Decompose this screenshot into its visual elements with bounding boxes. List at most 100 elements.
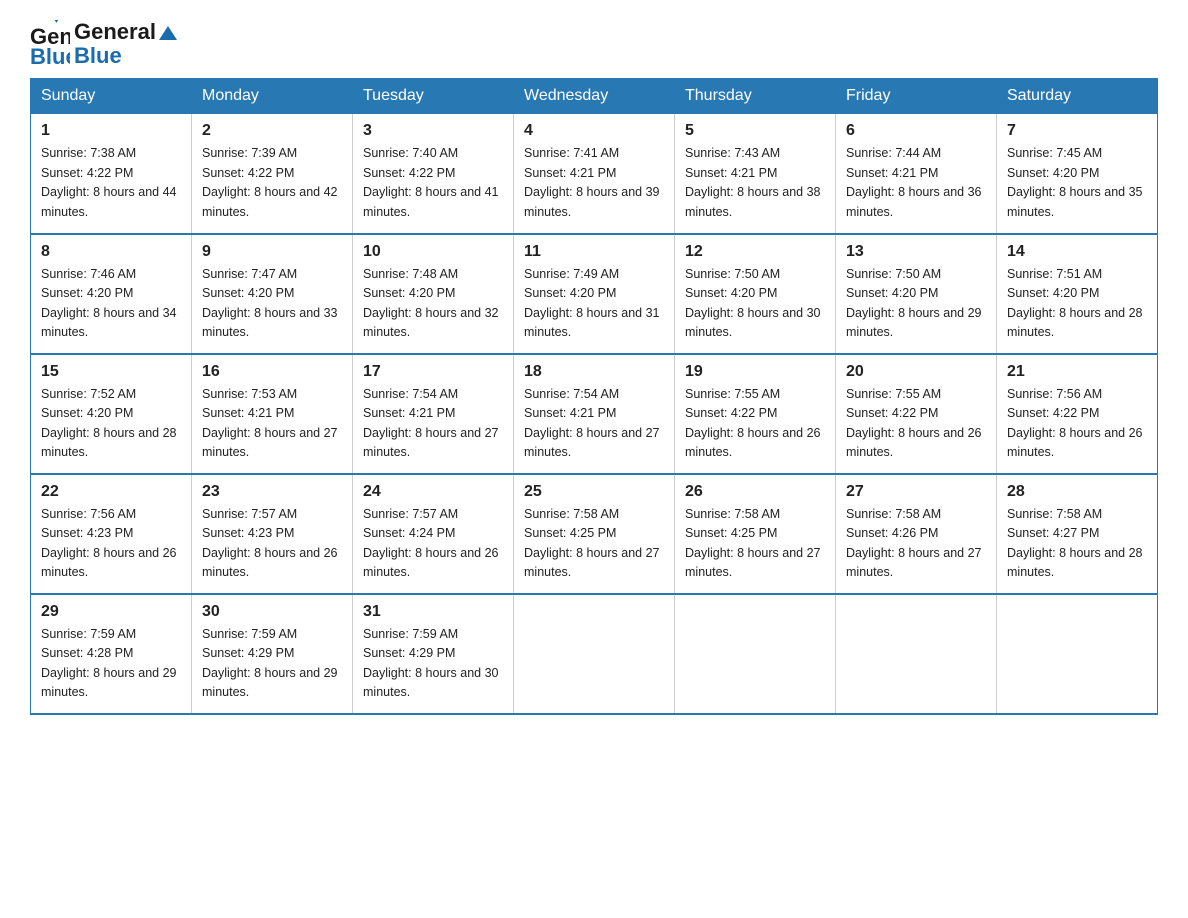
day-number: 26 xyxy=(685,483,825,501)
day-number: 16 xyxy=(202,363,342,381)
calendar-cell: 29 Sunrise: 7:59 AM Sunset: 4:28 PM Dayl… xyxy=(31,594,192,714)
day-info: Sunrise: 7:56 AM Sunset: 4:22 PM Dayligh… xyxy=(1007,385,1147,463)
calendar-cell: 4 Sunrise: 7:41 AM Sunset: 4:21 PM Dayli… xyxy=(514,114,675,234)
day-number: 18 xyxy=(524,363,664,381)
day-info: Sunrise: 7:58 AM Sunset: 4:25 PM Dayligh… xyxy=(524,505,664,583)
day-number: 22 xyxy=(41,483,181,501)
day-number: 10 xyxy=(363,243,503,261)
day-number: 23 xyxy=(202,483,342,501)
day-info: Sunrise: 7:54 AM Sunset: 4:21 PM Dayligh… xyxy=(363,385,503,463)
day-number: 6 xyxy=(846,122,986,140)
calendar-cell: 20 Sunrise: 7:55 AM Sunset: 4:22 PM Dayl… xyxy=(836,354,997,474)
day-number: 13 xyxy=(846,243,986,261)
calendar-cell: 24 Sunrise: 7:57 AM Sunset: 4:24 PM Dayl… xyxy=(353,474,514,594)
day-info: Sunrise: 7:52 AM Sunset: 4:20 PM Dayligh… xyxy=(41,385,181,463)
calendar-cell: 12 Sunrise: 7:50 AM Sunset: 4:20 PM Dayl… xyxy=(675,234,836,354)
day-info: Sunrise: 7:56 AM Sunset: 4:23 PM Dayligh… xyxy=(41,505,181,583)
day-number: 21 xyxy=(1007,363,1147,381)
day-number: 8 xyxy=(41,243,181,261)
day-number: 19 xyxy=(685,363,825,381)
calendar-cell xyxy=(514,594,675,714)
logo-blue-text: Blue xyxy=(74,44,177,68)
calendar-cell: 13 Sunrise: 7:50 AM Sunset: 4:20 PM Dayl… xyxy=(836,234,997,354)
day-number: 25 xyxy=(524,483,664,501)
weekday-header-wednesday: Wednesday xyxy=(514,79,675,114)
day-number: 4 xyxy=(524,122,664,140)
calendar-cell: 7 Sunrise: 7:45 AM Sunset: 4:20 PM Dayli… xyxy=(997,114,1158,234)
calendar-cell: 9 Sunrise: 7:47 AM Sunset: 4:20 PM Dayli… xyxy=(192,234,353,354)
day-info: Sunrise: 7:54 AM Sunset: 4:21 PM Dayligh… xyxy=(524,385,664,463)
week-row-4: 22 Sunrise: 7:56 AM Sunset: 4:23 PM Dayl… xyxy=(31,474,1158,594)
calendar-cell: 10 Sunrise: 7:48 AM Sunset: 4:20 PM Dayl… xyxy=(353,234,514,354)
calendar-cell: 30 Sunrise: 7:59 AM Sunset: 4:29 PM Dayl… xyxy=(192,594,353,714)
day-info: Sunrise: 7:59 AM Sunset: 4:28 PM Dayligh… xyxy=(41,625,181,703)
day-number: 2 xyxy=(202,122,342,140)
day-info: Sunrise: 7:55 AM Sunset: 4:22 PM Dayligh… xyxy=(685,385,825,463)
calendar-cell: 27 Sunrise: 7:58 AM Sunset: 4:26 PM Dayl… xyxy=(836,474,997,594)
day-info: Sunrise: 7:58 AM Sunset: 4:26 PM Dayligh… xyxy=(846,505,986,583)
day-number: 31 xyxy=(363,603,503,621)
day-info: Sunrise: 7:41 AM Sunset: 4:21 PM Dayligh… xyxy=(524,144,664,222)
day-number: 3 xyxy=(363,122,503,140)
day-number: 28 xyxy=(1007,483,1147,501)
day-info: Sunrise: 7:45 AM Sunset: 4:20 PM Dayligh… xyxy=(1007,144,1147,222)
week-row-2: 8 Sunrise: 7:46 AM Sunset: 4:20 PM Dayli… xyxy=(31,234,1158,354)
weekday-header-sunday: Sunday xyxy=(31,79,192,114)
calendar-cell: 6 Sunrise: 7:44 AM Sunset: 4:21 PM Dayli… xyxy=(836,114,997,234)
calendar-table: SundayMondayTuesdayWednesdayThursdayFrid… xyxy=(30,78,1158,715)
day-info: Sunrise: 7:58 AM Sunset: 4:25 PM Dayligh… xyxy=(685,505,825,583)
calendar-cell: 23 Sunrise: 7:57 AM Sunset: 4:23 PM Dayl… xyxy=(192,474,353,594)
calendar-cell: 22 Sunrise: 7:56 AM Sunset: 4:23 PM Dayl… xyxy=(31,474,192,594)
day-info: Sunrise: 7:43 AM Sunset: 4:21 PM Dayligh… xyxy=(685,144,825,222)
calendar-cell: 2 Sunrise: 7:39 AM Sunset: 4:22 PM Dayli… xyxy=(192,114,353,234)
day-info: Sunrise: 7:57 AM Sunset: 4:24 PM Dayligh… xyxy=(363,505,503,583)
page-header: General Blue General Blue xyxy=(30,20,1158,68)
day-info: Sunrise: 7:55 AM Sunset: 4:22 PM Dayligh… xyxy=(846,385,986,463)
calendar-cell: 19 Sunrise: 7:55 AM Sunset: 4:22 PM Dayl… xyxy=(675,354,836,474)
week-row-1: 1 Sunrise: 7:38 AM Sunset: 4:22 PM Dayli… xyxy=(31,114,1158,234)
calendar-cell xyxy=(675,594,836,714)
svg-text:Blue: Blue xyxy=(30,44,70,68)
day-info: Sunrise: 7:50 AM Sunset: 4:20 PM Dayligh… xyxy=(846,265,986,343)
week-row-5: 29 Sunrise: 7:59 AM Sunset: 4:28 PM Dayl… xyxy=(31,594,1158,714)
day-number: 5 xyxy=(685,122,825,140)
weekday-header-friday: Friday xyxy=(836,79,997,114)
calendar-cell: 15 Sunrise: 7:52 AM Sunset: 4:20 PM Dayl… xyxy=(31,354,192,474)
day-info: Sunrise: 7:48 AM Sunset: 4:20 PM Dayligh… xyxy=(363,265,503,343)
calendar-cell: 28 Sunrise: 7:58 AM Sunset: 4:27 PM Dayl… xyxy=(997,474,1158,594)
weekday-header-saturday: Saturday xyxy=(997,79,1158,114)
calendar-cell: 1 Sunrise: 7:38 AM Sunset: 4:22 PM Dayli… xyxy=(31,114,192,234)
day-number: 20 xyxy=(846,363,986,381)
calendar-cell: 25 Sunrise: 7:58 AM Sunset: 4:25 PM Dayl… xyxy=(514,474,675,594)
day-info: Sunrise: 7:50 AM Sunset: 4:20 PM Dayligh… xyxy=(685,265,825,343)
logo-icon: General Blue xyxy=(30,20,70,68)
calendar-cell: 16 Sunrise: 7:53 AM Sunset: 4:21 PM Dayl… xyxy=(192,354,353,474)
day-info: Sunrise: 7:40 AM Sunset: 4:22 PM Dayligh… xyxy=(363,144,503,222)
logo-general-text: General xyxy=(74,20,177,44)
calendar-cell: 26 Sunrise: 7:58 AM Sunset: 4:25 PM Dayl… xyxy=(675,474,836,594)
calendar-cell: 11 Sunrise: 7:49 AM Sunset: 4:20 PM Dayl… xyxy=(514,234,675,354)
day-info: Sunrise: 7:38 AM Sunset: 4:22 PM Dayligh… xyxy=(41,144,181,222)
day-number: 27 xyxy=(846,483,986,501)
day-info: Sunrise: 7:58 AM Sunset: 4:27 PM Dayligh… xyxy=(1007,505,1147,583)
weekday-header-row: SundayMondayTuesdayWednesdayThursdayFrid… xyxy=(31,79,1158,114)
calendar-cell: 3 Sunrise: 7:40 AM Sunset: 4:22 PM Dayli… xyxy=(353,114,514,234)
day-info: Sunrise: 7:59 AM Sunset: 4:29 PM Dayligh… xyxy=(363,625,503,703)
weekday-header-thursday: Thursday xyxy=(675,79,836,114)
day-info: Sunrise: 7:59 AM Sunset: 4:29 PM Dayligh… xyxy=(202,625,342,703)
week-row-3: 15 Sunrise: 7:52 AM Sunset: 4:20 PM Dayl… xyxy=(31,354,1158,474)
calendar-cell xyxy=(997,594,1158,714)
day-info: Sunrise: 7:53 AM Sunset: 4:21 PM Dayligh… xyxy=(202,385,342,463)
day-number: 1 xyxy=(41,122,181,140)
day-info: Sunrise: 7:44 AM Sunset: 4:21 PM Dayligh… xyxy=(846,144,986,222)
day-number: 11 xyxy=(524,243,664,261)
day-number: 12 xyxy=(685,243,825,261)
day-number: 17 xyxy=(363,363,503,381)
logo: General Blue General Blue xyxy=(30,20,177,68)
calendar-cell xyxy=(836,594,997,714)
day-number: 9 xyxy=(202,243,342,261)
calendar-cell: 21 Sunrise: 7:56 AM Sunset: 4:22 PM Dayl… xyxy=(997,354,1158,474)
day-info: Sunrise: 7:46 AM Sunset: 4:20 PM Dayligh… xyxy=(41,265,181,343)
calendar-cell: 14 Sunrise: 7:51 AM Sunset: 4:20 PM Dayl… xyxy=(997,234,1158,354)
day-info: Sunrise: 7:39 AM Sunset: 4:22 PM Dayligh… xyxy=(202,144,342,222)
